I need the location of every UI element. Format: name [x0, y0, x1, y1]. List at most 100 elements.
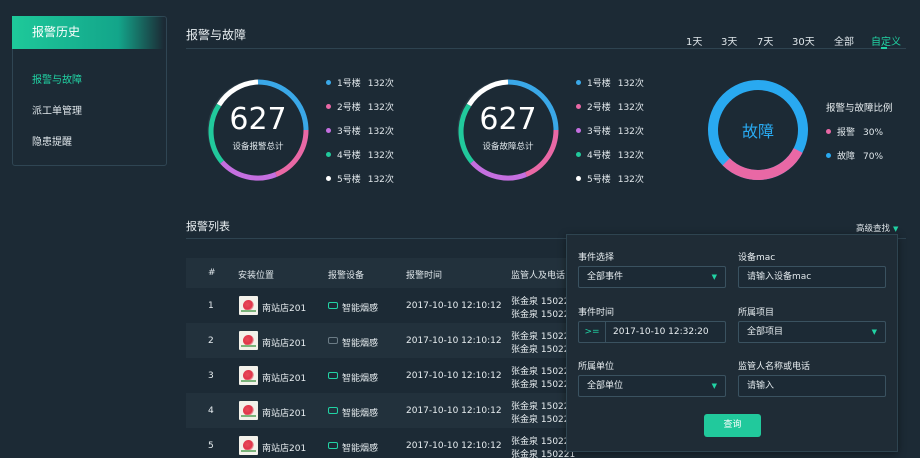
tab-30-days[interactable]: 30天 [792, 33, 815, 48]
row-number: 1 [208, 301, 214, 311]
col-header-person: 监管人及电话 [511, 271, 566, 281]
ratio-center-label: 故障 [741, 122, 774, 141]
row-location: 南站店201 [262, 444, 307, 454]
legend-item: 4号楼 132次 [576, 148, 644, 161]
legend-dot [326, 80, 331, 85]
alarm-total-label: 设备报警总计 [232, 142, 284, 152]
legend-dot [576, 128, 581, 133]
row-number: 3 [208, 371, 214, 381]
tab-1-day[interactable]: 1天 [686, 33, 702, 48]
row-time: 2017-10-10 12:10:12 [406, 441, 502, 451]
project-select[interactable]: 全部项目 ▼ [738, 321, 886, 343]
location-thumbnail [239, 436, 258, 455]
row-device: 智能烟感 [342, 339, 379, 349]
active-tab-indicator [881, 47, 887, 49]
table-row[interactable]: 3 南站店201 智能烟感 2017-10-10 12:10:12 张金泉 15… [186, 358, 575, 393]
row-device: 智能烟感 [342, 444, 379, 454]
legend-dot [576, 176, 581, 181]
col-header-device: 报警设备 [328, 271, 365, 281]
table-row[interactable]: 5 南站店201 智能烟感 2017-10-10 12:10:12 张金泉 15… [186, 428, 575, 458]
table-header: # 安装位置 报警设备 报警时间 监管人及电话 [186, 258, 566, 288]
row-time: 2017-10-10 12:10:12 [406, 371, 502, 381]
alarm-list-title: 报警列表 [186, 220, 230, 233]
legend-dot [576, 80, 581, 85]
row-location: 南站店201 [262, 409, 307, 419]
row-location: 南站店201 [262, 304, 307, 314]
camera-icon [328, 372, 338, 379]
camera-icon [328, 337, 338, 344]
legend-dot [576, 104, 581, 109]
alarm-donut: 627 设备报警总计 [206, 78, 310, 182]
sidebar-item-hazard[interactable]: 隐患提醒 [32, 133, 72, 148]
operator-select[interactable]: >= [579, 322, 606, 342]
legend-dot [826, 153, 831, 158]
row-location: 南站店201 [262, 374, 307, 384]
tab-3-days[interactable]: 3天 [721, 33, 737, 48]
location-thumbnail [239, 401, 258, 420]
location-thumbnail [239, 296, 258, 315]
table-row[interactable]: 2 南站店201 智能烟感 2017-10-10 12:10:12 张金泉 15… [186, 323, 575, 358]
advanced-search-toggle[interactable]: 高级查找 ▼ [856, 222, 898, 234]
unit-label: 所属单位 [578, 362, 615, 372]
ratio-donut: 故障 [706, 78, 810, 182]
event-select[interactable]: 全部事件 ▼ [578, 266, 726, 288]
page-title: 报警与故障 [186, 28, 247, 42]
tab-all[interactable]: 全部 [834, 33, 854, 48]
row-time: 2017-10-10 12:10:12 [406, 406, 502, 416]
event-time-input[interactable]: >= 2017-10-10 12:32:20 [578, 321, 726, 343]
tab-custom[interactable]: 自定义 [871, 33, 901, 48]
unit-select[interactable]: 全部单位 ▼ [578, 375, 726, 397]
mac-label: 设备mac [738, 253, 776, 263]
location-thumbnail [239, 331, 258, 350]
sidebar-item-dispatch[interactable]: 派工单管理 [32, 102, 82, 117]
legend-item: 5号楼 132次 [576, 172, 644, 185]
row-number: 2 [208, 336, 214, 346]
person-input[interactable]: 请输入 [738, 375, 886, 397]
col-header-time: 报警时间 [406, 271, 443, 281]
legend-item: 1号楼 132次 [576, 76, 644, 89]
query-button[interactable]: 查询 [704, 414, 761, 437]
sidebar-item-alarm-fault[interactable]: 报警与故障 [32, 71, 82, 86]
legend-item: 4号楼 132次 [326, 148, 394, 161]
col-header-location: 安装位置 [238, 271, 275, 281]
table-row[interactable]: 4 南站店201 智能烟感 2017-10-10 12:10:12 张金泉 15… [186, 393, 575, 428]
legend-item: 2号楼 132次 [576, 100, 644, 113]
header-divider [186, 48, 906, 49]
legend-item: 1号楼 132次 [326, 76, 394, 89]
caret-down-icon: ▼ [711, 273, 717, 281]
event-select-label: 事件选择 [578, 253, 615, 263]
col-header-no: # [208, 268, 216, 278]
caret-down-icon: ▼ [711, 382, 717, 390]
person-label: 监管人名称或电话 [738, 362, 811, 372]
caret-down-icon: ▼ [893, 225, 899, 233]
row-location: 南站店201 [262, 339, 307, 349]
fault-total-label: 设备故障总计 [482, 142, 534, 152]
row-time: 2017-10-10 12:10:12 [406, 301, 502, 311]
legend-dot [576, 152, 581, 157]
ratio-title: 报警与故障比例 [826, 103, 893, 114]
event-time-label: 事件时间 [578, 308, 615, 318]
legend-item: 3号楼 132次 [326, 124, 394, 137]
caret-down-icon: ▼ [871, 328, 877, 336]
camera-icon [328, 302, 338, 309]
row-number: 4 [208, 406, 214, 416]
legend-item: 3号楼 132次 [576, 124, 644, 137]
project-label: 所属项目 [738, 308, 775, 318]
legend-dot [326, 152, 331, 157]
row-device: 智能烟感 [342, 409, 379, 419]
camera-icon [328, 407, 338, 414]
camera-icon [328, 442, 338, 449]
row-device: 智能烟感 [342, 374, 379, 384]
tab-7-days[interactable]: 7天 [757, 33, 773, 48]
ratio-alarm-arc [722, 147, 803, 180]
mac-input[interactable]: 请输入设备mac [738, 266, 886, 288]
location-thumbnail [239, 366, 258, 385]
table-row[interactable]: 1 南站店201 智能烟感 2017-10-10 12:10:12 张金泉 15… [186, 288, 575, 323]
sidebar-title: 报警历史 [12, 16, 164, 49]
legend-item: 2号楼 132次 [326, 100, 394, 113]
ratio-legend-alarm: 报警 30% [826, 125, 883, 138]
row-number: 5 [208, 441, 214, 451]
legend-dot [326, 176, 331, 181]
legend-dot [826, 129, 831, 134]
ratio-legend-fault: 故障 70% [826, 149, 883, 162]
